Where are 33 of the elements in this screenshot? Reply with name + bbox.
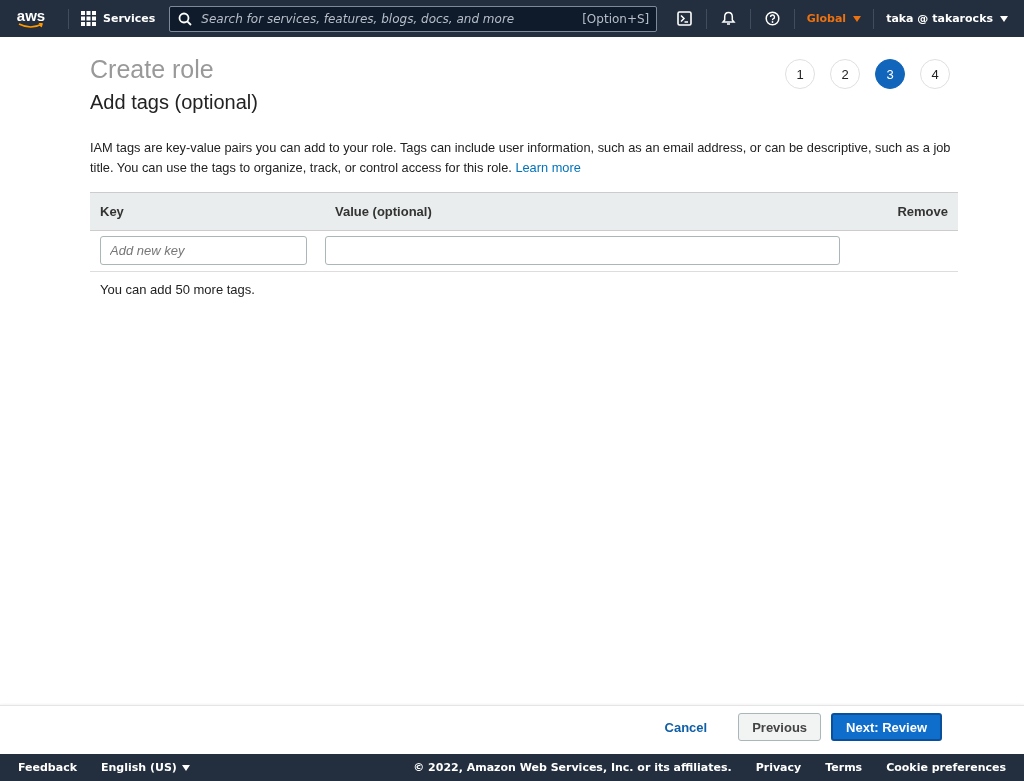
footer-link[interactable]: Terms — [825, 761, 863, 774]
account-menu[interactable]: taka @ takarocks — [882, 12, 1012, 25]
page-title: Create role — [90, 55, 214, 84]
feedback-link[interactable]: Feedback — [18, 761, 77, 774]
cancel-button[interactable]: Cancel — [651, 713, 721, 741]
region-menu[interactable]: Global — [802, 12, 866, 25]
services-menu[interactable]: Services — [77, 11, 160, 26]
copyright-text: © 2022, Amazon Web Services, Inc. or its affiliates. — [413, 761, 732, 774]
column-header: Remove — [896, 204, 949, 219]
caret-icon — [1000, 15, 1008, 22]
grid-icon — [81, 11, 96, 26]
column-header: Key — [99, 204, 125, 219]
step-indicator[interactable]: 3 — [875, 59, 905, 89]
tag-limit-text: You can add 50 more tags. — [100, 282, 256, 297]
step-indicator[interactable]: 4 — [920, 59, 950, 89]
caret-icon — [853, 15, 862, 22]
step-indicator[interactable]: 1 — [785, 59, 815, 89]
language-menu[interactable]: English (US) — [101, 761, 190, 774]
learn-more-link[interactable]: Learn more — [515, 160, 581, 175]
section-heading: Add tags (optional) — [90, 91, 259, 114]
next-button[interactable]: Next: Review — [831, 713, 942, 741]
value-input[interactable] — [325, 236, 840, 265]
step-indicator[interactable]: 2 — [830, 59, 860, 89]
key-input[interactable]: Add new key — [100, 236, 307, 265]
search-icon — [178, 11, 193, 26]
footer-link[interactable]: Privacy — [755, 761, 802, 774]
aws-logo[interactable]: aws — [16, 8, 46, 29]
description-text: IAM tags are key-value pairs you can add to your role. Tags can include user information, such as an email address, or can be descriptive, such as a job title. You can use the tags to organize, track, or control access for this role. Learn more — [90, 139, 952, 177]
column-header: Value (optional) — [334, 204, 433, 219]
footer-link[interactable]: Cookie preferences — [886, 761, 1006, 774]
previous-button[interactable]: Previous — [738, 713, 822, 741]
caret-icon — [181, 764, 190, 771]
shortcut-hint: [Option+S] — [582, 11, 650, 26]
